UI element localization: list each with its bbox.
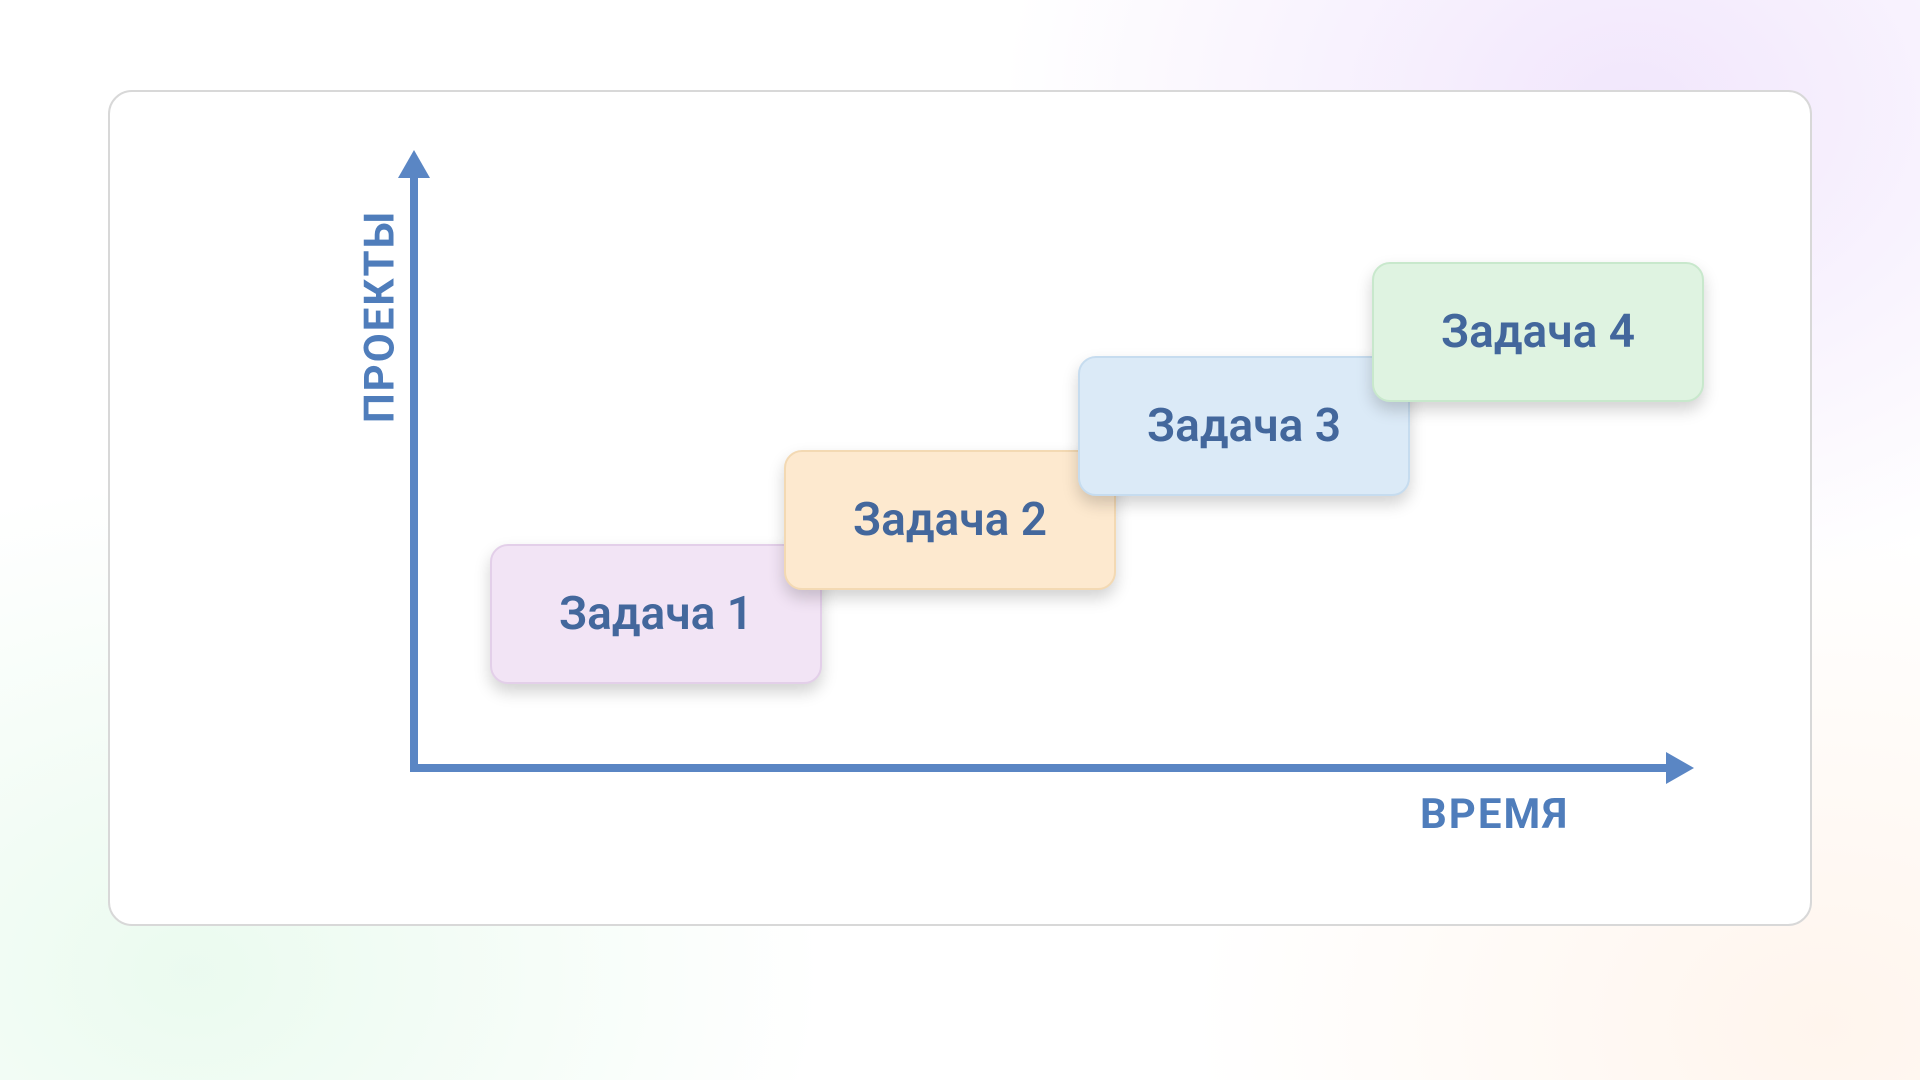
y-axis-label: ПРОЕКТЫ — [356, 187, 405, 447]
task-bar-3: Задача 3 — [1078, 356, 1410, 496]
y-axis-arrow-icon — [398, 150, 430, 178]
diagram-frame: ПРОЕКТЫ ВРЕМЯ Задача 1 Задача 2 Задача 3… — [108, 90, 1812, 926]
y-axis-line — [410, 172, 418, 772]
chart-area: ПРОЕКТЫ ВРЕМЯ Задача 1 Задача 2 Задача 3… — [290, 172, 1710, 812]
task-bar-2: Задача 2 — [784, 450, 1116, 590]
x-axis-arrow-icon — [1666, 752, 1694, 784]
task-label: Задача 4 — [1441, 305, 1635, 359]
task-label: Задача 2 — [853, 493, 1047, 547]
task-label: Задача 3 — [1147, 399, 1341, 453]
x-axis-label: ВРЕМЯ — [1420, 790, 1569, 839]
task-label: Задача 1 — [559, 587, 753, 641]
x-axis-line — [410, 764, 1670, 772]
task-bar-4: Задача 4 — [1372, 262, 1704, 402]
task-bar-1: Задача 1 — [490, 544, 822, 684]
